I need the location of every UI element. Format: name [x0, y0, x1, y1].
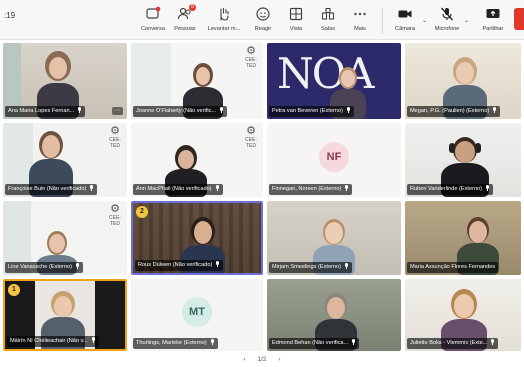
participant-name: Máirín Ní Chéileachair (Não v...: [7, 336, 99, 347]
participant-name: Françoise Buin (Não verificado): [5, 184, 98, 195]
mic-muted-icon: [91, 337, 96, 343]
participant-tile[interactable]: Megan, P.G. (Paulien) (Externo): [405, 43, 521, 119]
participant-tile[interactable]: Maria Assunção Flores Fernandes: [405, 201, 521, 275]
gear-logo-icon: ⚙: [110, 203, 120, 215]
camera-icon: [397, 6, 413, 22]
more-icon: [352, 6, 368, 22]
chat-button[interactable]: Conversa: [136, 4, 170, 38]
gear-logo-icon: ⚙: [246, 45, 256, 57]
mic-muted-icon: [346, 107, 351, 113]
participant-name: Juliette Boks - Vlemmix (Exte...: [407, 338, 499, 349]
participant-tile[interactable]: ⚙ CEE-TED Ann MacPhail (Não verificado): [131, 123, 263, 197]
participant-tile[interactable]: ⚙ CEE-TED Joanne O'Flaherty (Não verific.…: [131, 43, 263, 119]
raise-hand-button[interactable]: Levantar m...: [204, 4, 244, 38]
hand-icon: [216, 6, 232, 22]
grid-view-icon: [288, 6, 304, 22]
participant-name: Finnegan, Noreen (Externo): [269, 184, 353, 195]
rooms-button[interactable]: Salas: [311, 4, 345, 38]
previous-page-icon[interactable]: ‹: [243, 356, 245, 363]
participant-name: Edmond Behan (Não verifica...: [269, 338, 360, 349]
mic-muted-icon: [485, 185, 490, 191]
participant-avatar: MT: [182, 297, 212, 327]
organization-logo: ⚙ CEE-TED: [243, 45, 259, 70]
more-options-icon[interactable]: ···: [112, 107, 123, 115]
participant-tile[interactable]: NOA Petra van Beveren (Externo): [267, 43, 401, 119]
participant-name: Joanne O'Flaherty (Não verific...: [133, 106, 228, 117]
participant-name: Megan, P.G. (Paulien) (Externo): [407, 106, 501, 117]
microphone-muted-icon: [439, 6, 455, 22]
participant-tile-active[interactable]: 2 Rous Dülwen (Não verificado): [131, 201, 263, 275]
participant-name: Line Vanassche (Externo): [5, 262, 83, 273]
gear-logo-icon: ⚙: [246, 125, 256, 137]
leave-button[interactable]: [514, 8, 524, 30]
participant-name: Thurlings, Marieke (Externo): [133, 338, 218, 349]
microphone-options-chevron-icon[interactable]: ⌄: [464, 17, 469, 24]
reaction-badge: 2: [136, 206, 148, 218]
react-button[interactable]: Reagir: [246, 4, 280, 38]
page-indicator: 1/2: [257, 356, 267, 363]
mic-muted-icon: [215, 185, 220, 191]
meeting-timer: :19: [4, 11, 16, 20]
smiley-icon: [255, 6, 271, 22]
mic-muted-icon: [210, 339, 215, 345]
mic-muted-icon: [215, 261, 220, 267]
participant-tile[interactable]: NF Finnegan, Noreen (Externo): [267, 123, 401, 197]
reaction-badge: 1: [8, 284, 20, 296]
people-icon: 8: [177, 4, 196, 22]
organization-logo: ⚙ CEE-TED: [107, 203, 123, 228]
grid-pager: ‹ 1/2 ›: [0, 353, 524, 367]
mic-muted-icon: [89, 185, 94, 191]
share-button[interactable]: Partilhar: [476, 4, 510, 38]
mic-muted-icon: [344, 185, 349, 191]
participant-tile[interactable]: Mirjam Smeelings (Externo): [267, 201, 401, 275]
share-screen-icon: [485, 6, 501, 22]
mic-muted-icon: [75, 263, 80, 269]
chat-icon: [145, 6, 161, 22]
camera-button[interactable]: ⌄ Câmara: [388, 4, 427, 38]
mic-muted-icon: [344, 263, 349, 269]
participant-name: Ana Maria Lopes Fernan...: [5, 106, 86, 117]
mic-muted-icon: [490, 339, 495, 345]
mic-muted-icon: [219, 107, 224, 113]
organization-logo: ⚙ CEE-TED: [243, 125, 259, 150]
participant-name: Rous Dülwen (Não verificado): [135, 260, 224, 271]
toolbar-divider: [382, 8, 383, 34]
organization-logo: ⚙ CEE-TED: [107, 125, 123, 150]
rooms-icon: [320, 6, 336, 22]
participant-tile[interactable]: Juliette Boks - Vlemmix (Exte...: [405, 279, 521, 351]
participant-name: Ann MacPhail (Não verificado): [133, 184, 223, 195]
participant-avatar: NF: [319, 142, 349, 172]
gear-logo-icon: ⚙: [110, 125, 120, 137]
participant-tile-speaking[interactable]: 1 Máirín Ní Chéileachair (Não v...: [3, 279, 127, 351]
meeting-toolbar: :19 Conversa 8 Pessoas Levantar m... Rea…: [0, 0, 524, 40]
microphone-button[interactable]: ⌄ Microfone: [430, 4, 469, 38]
participant-tile[interactable]: MT Thurlings, Marieke (Externo): [131, 279, 263, 351]
participant-tile[interactable]: ⚙ CEE-TED Line Vanassche (Externo): [3, 201, 127, 275]
video-grid: Ana Maria Lopes Fernan... ··· ⚙ CEE-TED J…: [0, 41, 524, 353]
participant-tile[interactable]: ⚙ CEE-TED Françoise Buin (Não verificado): [3, 123, 127, 197]
next-page-icon[interactable]: ›: [278, 356, 280, 363]
participant-name: Ruben Vanderlinde (Externo): [407, 184, 494, 195]
mic-muted-icon: [351, 339, 356, 345]
participant-name: Petra van Beveren (Externo): [269, 106, 354, 117]
more-button[interactable]: Mais: [343, 4, 377, 38]
participant-tile[interactable]: Ruben Vanderlinde (Externo): [405, 123, 521, 197]
people-count-badge: 8: [189, 4, 196, 11]
participant-name: Mirjam Smeelings (Externo): [269, 262, 353, 273]
participant-name: Maria Assunção Flores Fernandes: [407, 262, 499, 273]
mic-muted-icon: [492, 107, 497, 113]
participant-tile[interactable]: Ana Maria Lopes Fernan... ···: [3, 43, 127, 119]
camera-options-chevron-icon[interactable]: ⌄: [422, 17, 427, 24]
participant-tile[interactable]: Edmond Behan (Não verifica...: [267, 279, 401, 351]
people-button[interactable]: 8 Pessoas: [168, 4, 202, 38]
mic-muted-icon: [77, 107, 82, 113]
view-button[interactable]: Vista: [279, 4, 313, 38]
